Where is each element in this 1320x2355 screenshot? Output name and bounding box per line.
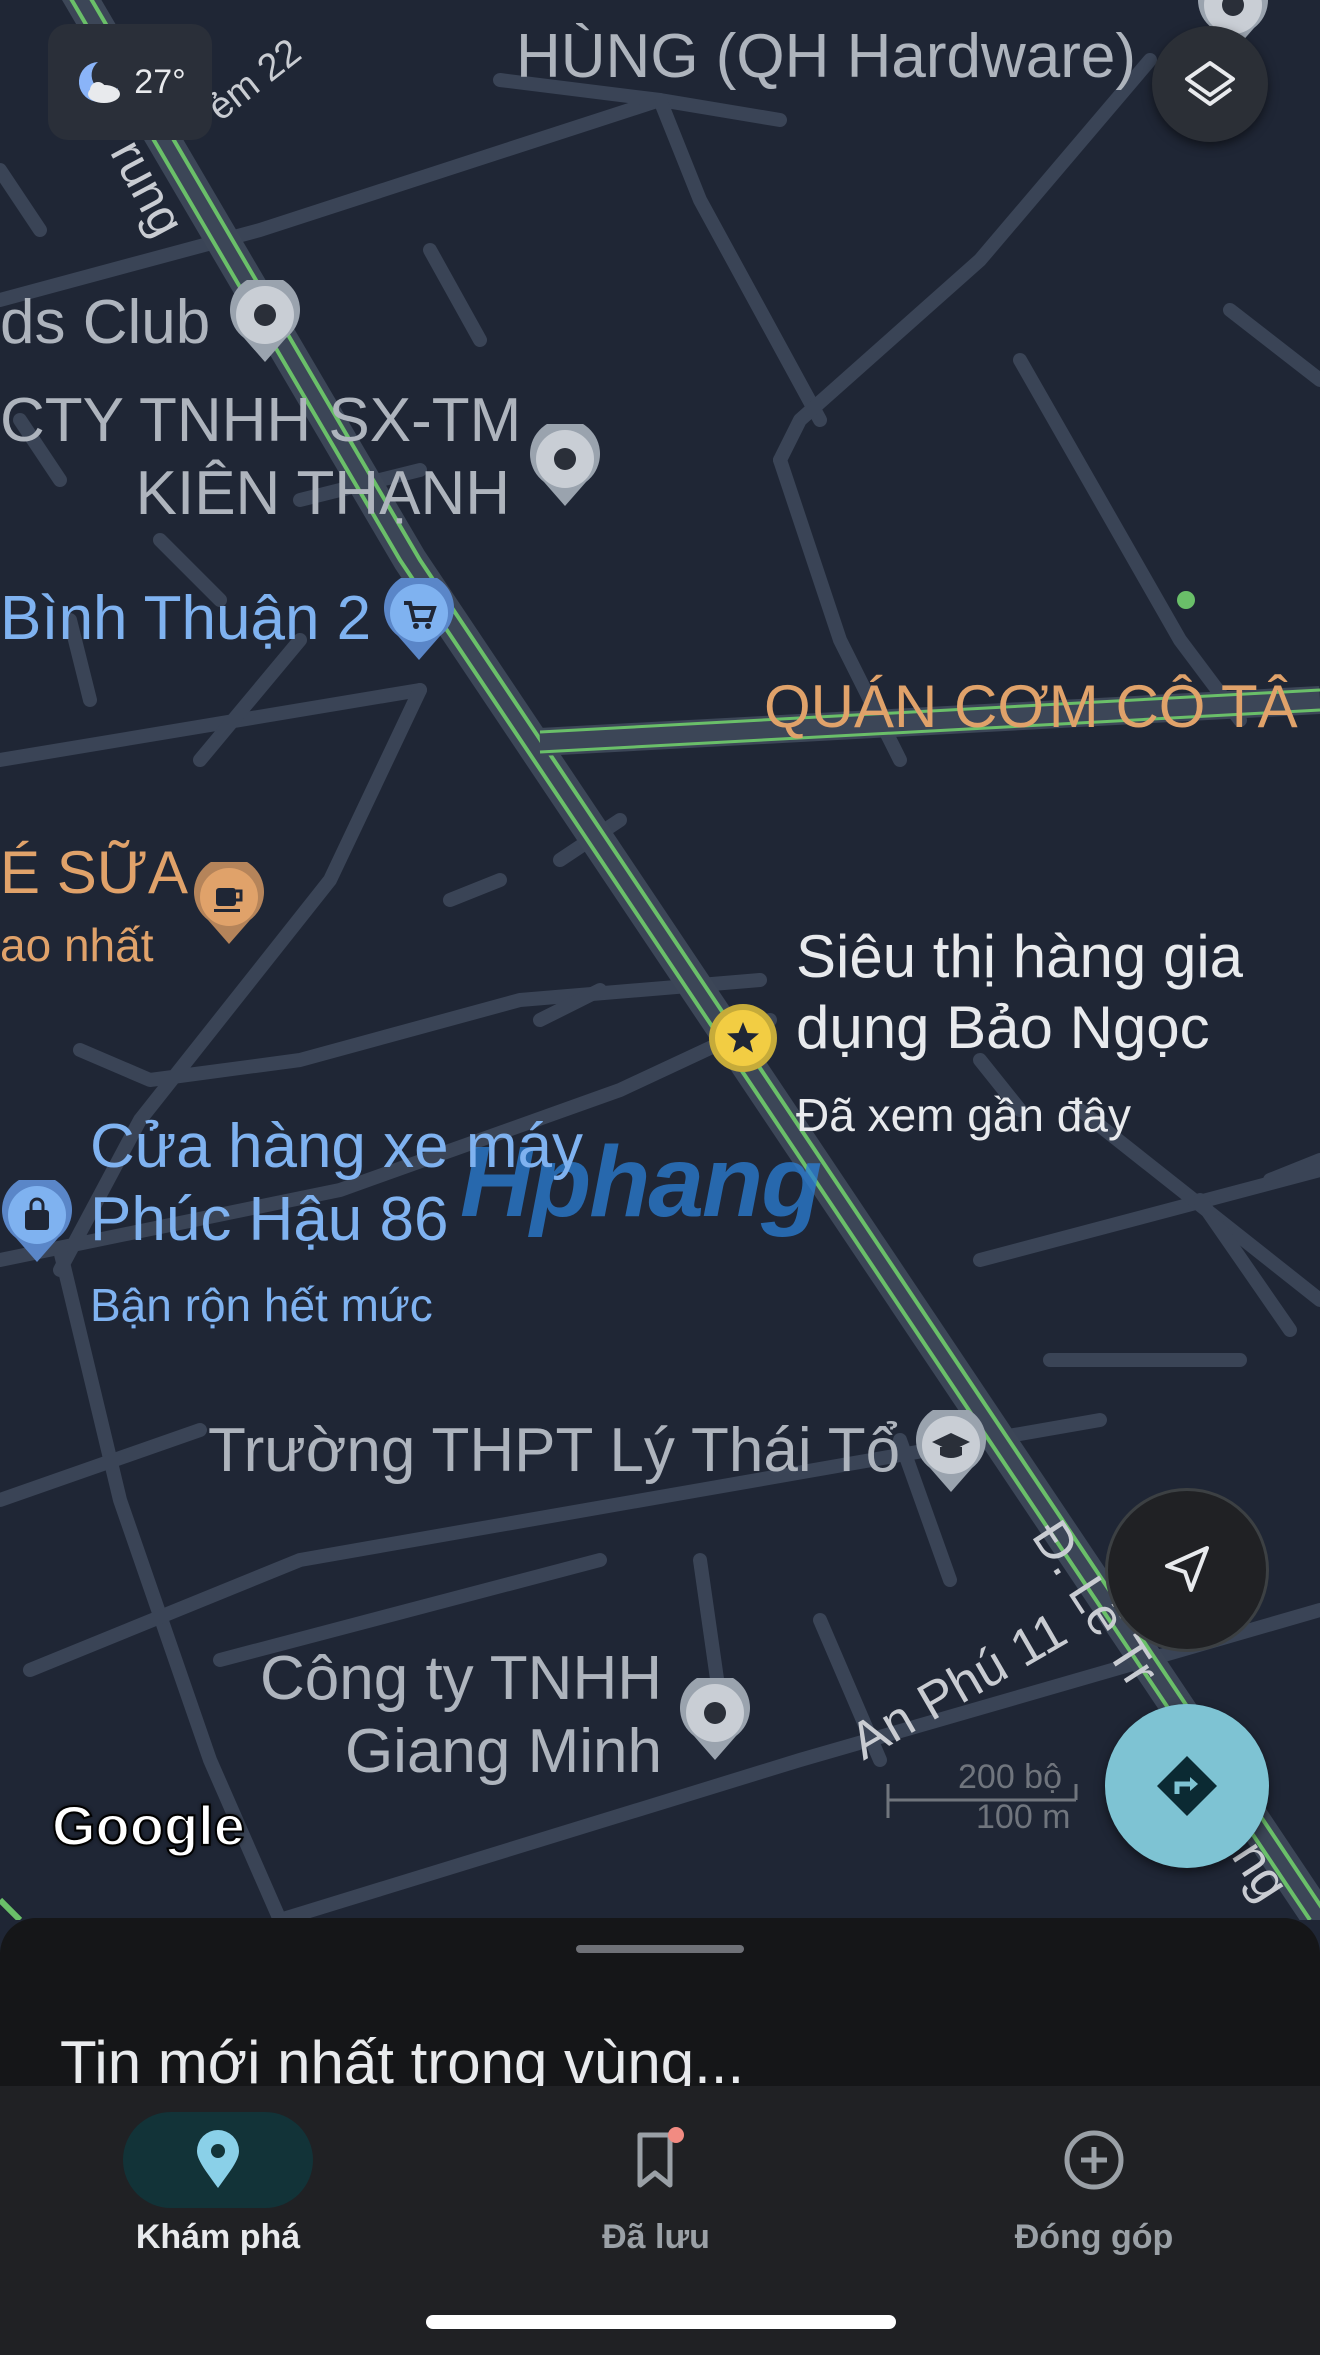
navigation-arrow-icon (1165, 1546, 1209, 1592)
google-logo: Google (51, 1793, 246, 1858)
pin-club-icon[interactable] (230, 280, 300, 364)
tab-saved[interactable]: Đã lưu (506, 2100, 806, 2260)
pin-cart-icon[interactable] (384, 578, 454, 662)
place-sieu-thi-sub: Đã xem gần đây (796, 1089, 1131, 1141)
tab-contribute[interactable]: Đóng góp (944, 2100, 1244, 2260)
moon-cloud-icon (79, 62, 121, 103)
place-binh-thuan[interactable]: Bình Thuận 2 (0, 582, 371, 655)
pin-kien-thanh-icon[interactable] (530, 424, 600, 508)
tab-explore-label: Khám phá (135, 2218, 301, 2256)
bookmark-icon (637, 2127, 684, 2188)
place-sieu-thi[interactable]: Siêu thị hàng gia dụng Bảo Ngọc (796, 922, 1243, 1064)
place-truong[interactable]: Trường THPT Lý Thái Tổ (208, 1414, 900, 1487)
sheet-drag-handle[interactable] (576, 1945, 744, 1953)
place-club[interactable]: ds Club (0, 286, 210, 359)
place-cafe-sub: ao nhất (0, 919, 154, 971)
location-pin-icon (197, 2130, 239, 2188)
sheet-title: Tin mới nhất trong vùng... (60, 2029, 745, 2088)
my-location-button[interactable] (1105, 1488, 1269, 1652)
directions-icon (1157, 1756, 1217, 1816)
directions-button[interactable] (1105, 1704, 1269, 1868)
place-cua-hang[interactable]: Cửa hàng xe máy Phúc Hậu 86 (90, 1110, 583, 1256)
layers-icon (1185, 61, 1235, 106)
place-cua-hang-sub: Bận rộn hết mức (90, 1279, 433, 1331)
place-qh-hardware[interactable]: HÙNG (QH Hardware) (516, 20, 1136, 93)
scale-metric: 100 m (976, 1798, 1071, 1836)
weather-temperature: 27° (134, 62, 186, 101)
tab-saved-indicator (561, 2112, 751, 2208)
pin-cong-ty-icon[interactable] (680, 1678, 750, 1762)
layers-button[interactable] (1152, 26, 1268, 142)
place-cafe-sua[interactable]: É SỮA (0, 838, 188, 909)
scale-bar: 200 bộ 100 m (886, 1758, 1086, 1838)
tab-contribute-indicator (999, 2112, 1189, 2208)
tab-explore-indicator (123, 2112, 313, 2208)
weather-chip[interactable]: 27° (48, 24, 212, 140)
place-kien-thanh[interactable]: CTY TNHH SX-TM KIÊN THẠNH (0, 384, 521, 530)
place-cong-ty[interactable]: Công ty TNHH Giang Minh (150, 1642, 662, 1788)
tab-contribute-label: Đóng góp (1014, 2218, 1174, 2256)
place-quan-com[interactable]: QUÁN CƠM CÔ TÂ (764, 672, 1298, 743)
pin-cafe-icon[interactable] (194, 862, 264, 946)
pin-star-icon[interactable] (708, 996, 778, 1080)
pin-school-icon[interactable] (916, 1410, 986, 1494)
tab-saved-label: Đã lưu (602, 2218, 710, 2256)
home-indicator[interactable] (426, 2315, 896, 2329)
pin-shopping-bag-icon[interactable] (2, 1180, 72, 1264)
tab-explore[interactable]: Khám phá (68, 2100, 368, 2260)
bottom-sheet[interactable]: Tin mới nhất trong vùng... (0, 1918, 1320, 2088)
add-circle-icon (1064, 2130, 1124, 2190)
